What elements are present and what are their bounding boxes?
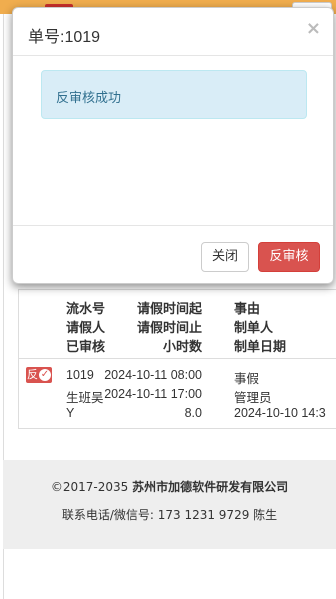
header-end-time: 请假时间止 — [136, 321, 202, 336]
cell-hours: 8.0 — [184, 406, 202, 420]
result-modal: 单号:1019 × 反审核成功 关闭 反审核 — [12, 7, 334, 284]
cell-applicant: 生班吴 — [66, 391, 104, 405]
unreviewed-badge[interactable]: 反 ✓ — [26, 367, 52, 383]
header-reviewed: 已审核 — [66, 340, 106, 355]
modal-footer: 关闭 反审核 — [13, 225, 333, 284]
alert-message: 反审核成功 — [56, 91, 122, 106]
cell-creator: 管理员 — [234, 391, 272, 405]
modal-header: 单号:1019 × — [13, 8, 333, 56]
cell-created-date: 2024-10-10 14:3 — [234, 406, 326, 420]
table-header: 流水号 请假人 已审核 请假时间起 请假时间止 小时数 事由 制单人 制单日期 — [19, 290, 336, 359]
badge-label: 反 — [27, 368, 38, 381]
cell-serial: 1019 — [66, 368, 94, 382]
header-created-date: 制单日期 — [234, 340, 287, 355]
copyright-line: ©2017-2035 苏州市加德软件研发有限公司 — [3, 478, 336, 495]
cell-reason: 事假 — [234, 372, 260, 386]
cell-end-time: 2024-10-11 17:00 — [104, 387, 202, 401]
modal-title: 单号:1019 — [28, 29, 101, 46]
close-button[interactable]: 关闭 — [201, 242, 249, 272]
header-reason: 事由 — [234, 302, 261, 317]
unreview-button[interactable]: 反审核 — [258, 242, 320, 272]
header-creator: 制单人 — [234, 321, 274, 336]
header-applicant: 请假人 — [66, 321, 106, 336]
header-hours: 小时数 — [162, 340, 202, 355]
success-alert: 反审核成功 — [41, 70, 307, 119]
leave-record-table: 流水号 请假人 已审核 请假时间起 请假时间止 小时数 事由 制单人 制单日期 … — [18, 289, 336, 429]
close-icon[interactable]: × — [306, 19, 321, 39]
page-footer: ©2017-2035 苏州市加德软件研发有限公司 联系电话/微信号: 173 1… — [3, 460, 336, 549]
check-icon: ✓ — [39, 369, 51, 381]
header-serial: 流水号 — [66, 302, 106, 317]
cell-start-time: 2024-10-11 08:00 — [104, 368, 202, 382]
header-start-time: 请假时间起 — [136, 302, 202, 317]
contact-line: 联系电话/微信号: 173 1231 9729 陈生 — [61, 508, 278, 522]
company-name: 苏州市加德软件研发有限公司 — [132, 480, 289, 494]
copyright-text: ©2017-2035 — [50, 480, 133, 494]
cell-reviewed: Y — [66, 406, 75, 420]
